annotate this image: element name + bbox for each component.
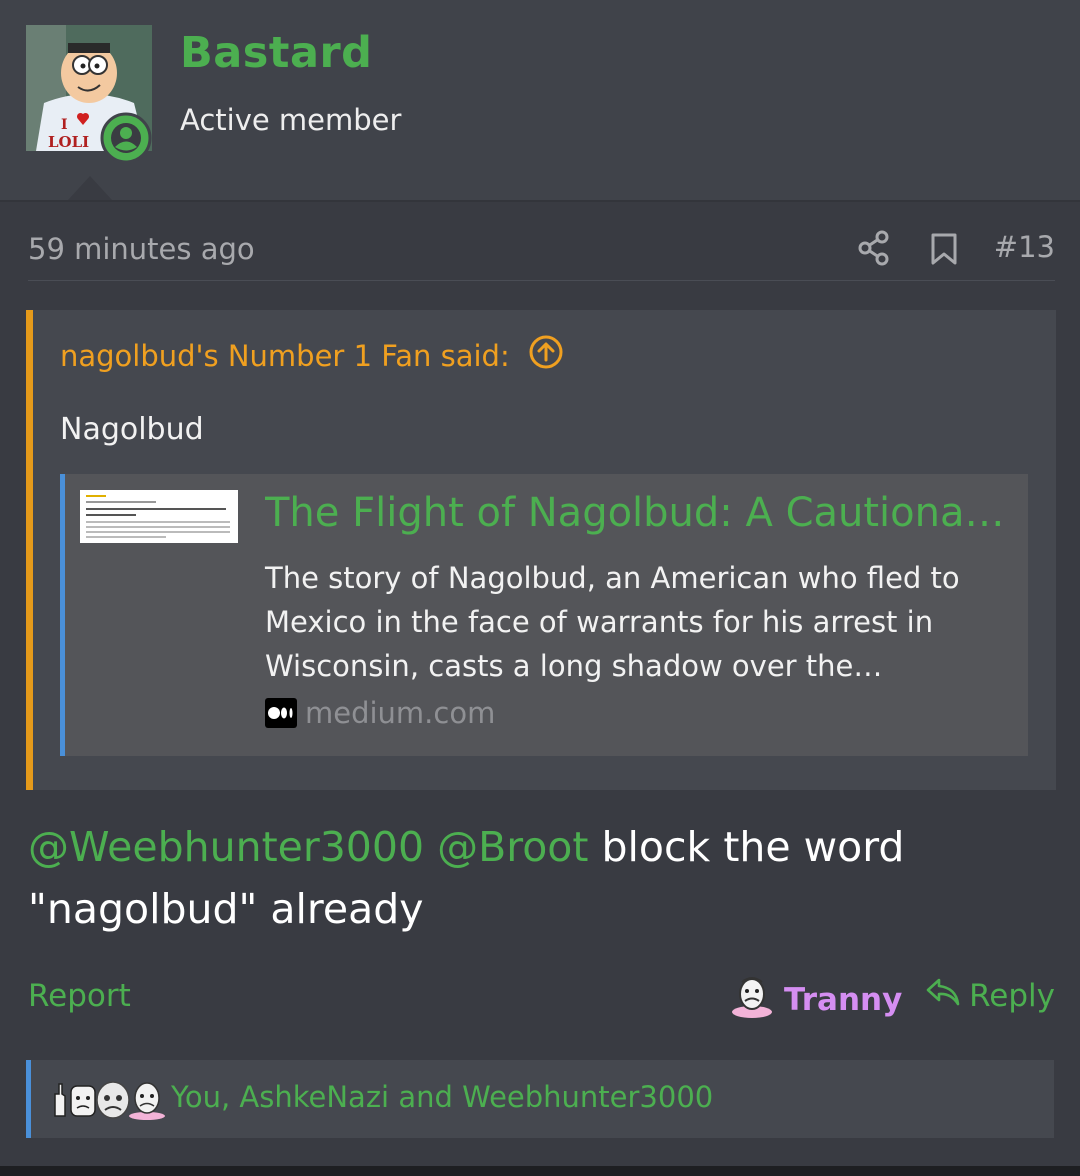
- reaction-button[interactable]: Tranny: [730, 974, 902, 1026]
- user-title: Active member: [180, 103, 402, 137]
- svg-text:LOLI: LOLI: [48, 133, 89, 151]
- embed-title[interactable]: The Flight of Nagolbud: A Cautionary Tal…: [265, 490, 1005, 536]
- post-number[interactable]: #13: [994, 230, 1055, 264]
- post-author-header: I LOLI Bastard Active member: [0, 0, 1080, 202]
- embed-source-label: medium.com: [305, 696, 496, 730]
- post-body: @Weebhunter3000 @Broot block the word "n…: [28, 816, 1028, 940]
- quote-author[interactable]: nagolbud's Number 1 Fan said:: [60, 334, 564, 377]
- reaction-avatars: [47, 1076, 167, 1120]
- reactions-summary[interactable]: You, AshkeNazi and Weebhunter3000: [26, 1060, 1054, 1138]
- next-post-edge: [0, 1166, 1080, 1176]
- svg-text:I: I: [61, 117, 68, 133]
- medium-logo-icon: [265, 698, 297, 728]
- reaction-label: Tranny: [784, 982, 903, 1018]
- mention-link[interactable]: @Broot: [437, 823, 588, 871]
- report-button[interactable]: Report: [28, 978, 131, 1014]
- mention-link[interactable]: @Weebhunter3000: [28, 823, 424, 871]
- link-embed-card[interactable]: The Flight of Nagolbud: A Cautionary Tal…: [60, 474, 1028, 756]
- embed-description: The story of Nagolbud, an American who f…: [265, 561, 960, 683]
- username[interactable]: Bastard: [180, 28, 372, 78]
- reply-label: Reply: [969, 978, 1055, 1014]
- quote-text: Nagolbud: [60, 412, 204, 447]
- online-status-icon: [100, 112, 152, 164]
- embed-source[interactable]: medium.com: [265, 696, 495, 730]
- reply-button[interactable]: Reply: [925, 976, 1055, 1016]
- reply-arrow-icon: [925, 976, 961, 1016]
- embed-thumbnail: [80, 490, 238, 543]
- post-meta-row: 59 minutes ago #13: [28, 228, 1055, 281]
- post-timestamp[interactable]: 59 minutes ago: [28, 232, 255, 266]
- quote-block: nagolbud's Number 1 Fan said: Nagolbud T…: [26, 310, 1056, 790]
- reaction-face-icon: [730, 974, 774, 1026]
- quote-author-label: nagolbud's Number 1 Fan said:: [60, 338, 510, 373]
- reactions-summary-text[interactable]: You, AshkeNazi and Weebhunter3000: [171, 1080, 713, 1114]
- header-arrow: [68, 176, 112, 200]
- share-icon[interactable]: [858, 230, 890, 270]
- bookmark-icon[interactable]: [930, 232, 958, 270]
- post-actions: Report Tranny Reply: [28, 972, 1055, 1024]
- arrow-up-circle-icon[interactable]: [528, 334, 564, 377]
